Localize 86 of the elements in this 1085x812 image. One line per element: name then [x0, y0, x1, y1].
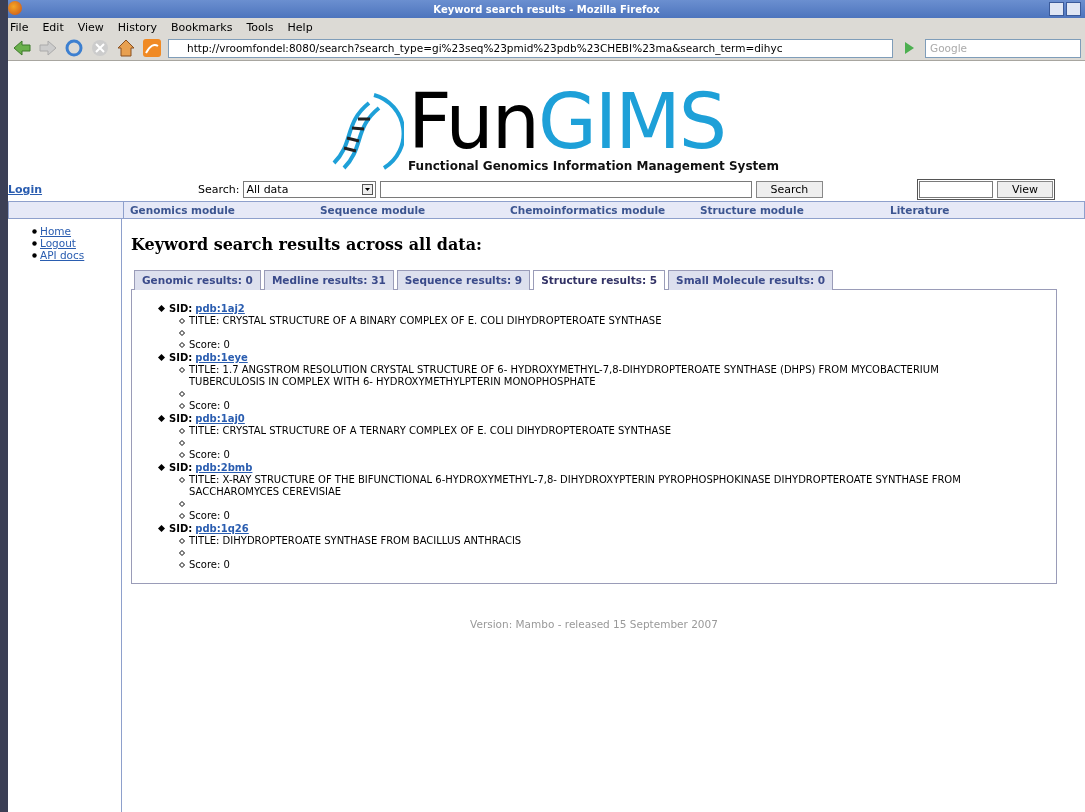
- bullet-icon: [179, 513, 185, 519]
- result-title: TITLE: 1.7 ANGSTROM RESOLUTION CRYSTAL STRUCTURE OF 6- HYDROXYMETHYL-7,8-DIHYDROPTEROATE SYNTHASE (DHPS) FROM MYCOBACTERIUM TUBERCULOSIS IN COMPLEX WITH 6- HYDROXYMETHYLPTERIN MONOPHOSPHATE: [189, 364, 940, 388]
- bullet-icon: [32, 240, 37, 246]
- sidebar-link[interactable]: API docs: [40, 249, 85, 261]
- menu-item[interactable]: View: [77, 20, 104, 34]
- result-score: Score: 0: [189, 510, 230, 522]
- menu-item[interactable]: Bookmarks: [171, 20, 233, 34]
- result-score: Score: 0: [189, 339, 230, 351]
- browser-icon: [8, 1, 22, 15]
- bullet-icon: [158, 305, 165, 312]
- logo-text: FunGIMS: [408, 85, 727, 159]
- result-score: Score: 0: [189, 449, 230, 461]
- bullet-icon: [158, 354, 165, 361]
- search-field[interactable]: [379, 180, 752, 198]
- minimize-button[interactable]: [1049, 2, 1064, 16]
- view-button[interactable]: View: [996, 180, 1053, 198]
- module-link[interactable]: Literature: [890, 204, 1084, 216]
- results-tab[interactable]: Genomic results: 0: [134, 270, 261, 290]
- window-title: Keyword search results - Mozilla Firefox: [433, 3, 660, 15]
- results-tab[interactable]: Sequence results: 9: [396, 270, 531, 290]
- bullet-icon: [32, 228, 37, 234]
- forward-icon[interactable]: [38, 38, 58, 58]
- module-link[interactable]: Sequence module: [320, 204, 510, 216]
- bullet-icon: [32, 252, 37, 258]
- menu-item[interactable]: File: [10, 20, 29, 34]
- reload-icon[interactable]: [64, 38, 84, 58]
- bullet-icon: [158, 464, 165, 471]
- sid-link[interactable]: pdb:1aj2: [195, 302, 245, 315]
- view-field[interactable]: [918, 180, 993, 198]
- sid-label: SID:: [169, 461, 193, 474]
- result-score: Score: 0: [189, 400, 230, 412]
- maximize-button[interactable]: [1066, 2, 1081, 16]
- bullet-icon: [179, 403, 185, 409]
- caret-icon: [361, 183, 373, 195]
- page-heading: Keyword search results across all data:: [131, 235, 483, 254]
- bullet-icon: [179, 342, 185, 348]
- bullet-icon: [179, 440, 185, 446]
- bullet-icon: [179, 477, 185, 483]
- sid-link[interactable]: pdb:1q26: [195, 522, 249, 535]
- version-text: Version: Mambo - released 15 September 2007: [470, 618, 718, 630]
- bullet-icon: [179, 501, 185, 507]
- bullet-icon: [179, 562, 185, 568]
- address-field[interactable]: http://vroomfondel:8080/search?search_type=gi%23seq%23pmid%23pdb%23CHEBI%23ma&search_term=dihyc: [168, 38, 893, 58]
- sidebar-link[interactable]: Logout: [40, 237, 76, 249]
- home-icon[interactable]: [116, 38, 136, 58]
- bullet-icon: [179, 538, 185, 544]
- bookmark-icon[interactable]: [142, 38, 162, 58]
- result-score: Score: 0: [189, 559, 230, 571]
- menu-item[interactable]: Edit: [42, 20, 64, 34]
- module-link[interactable]: Genomics module: [130, 204, 320, 216]
- sid-label: SID:: [169, 351, 193, 364]
- results-tab[interactable]: Medline results: 31: [263, 270, 394, 290]
- module-link[interactable]: Chemoinformatics module: [510, 204, 700, 216]
- sid-label: SID:: [169, 412, 193, 425]
- results-tab[interactable]: Structure results: 5: [533, 270, 666, 290]
- sid-link[interactable]: pdb:1aj0: [195, 412, 245, 425]
- result-title: TITLE: CRYSTAL STRUCTURE OF A TERNARY COMPLEX OF E. COLI DIHYDROPTEROATE SYNTHASE: [189, 425, 672, 437]
- logo-subtitle: Functional Genomics Information Management System: [408, 159, 779, 173]
- sid-link[interactable]: pdb:2bmb: [195, 461, 253, 474]
- module-link[interactable]: Structure module: [700, 204, 890, 216]
- bullet-icon: [179, 391, 185, 397]
- menu-item[interactable]: Help: [287, 20, 313, 34]
- result-title: TITLE: X-RAY STRUCTURE OF THE BIFUNCTIONAL 6-HYDROXYMETHYL-7,8- DIHYDROXYPTERIN PYROPHOSPHOKINASE DIHYDROPTEROATE SYNTHASE FROM SACCHAROMYCES CEREVISIAE: [189, 474, 962, 498]
- scope-dropdown[interactable]: All data: [242, 180, 376, 198]
- bullet-icon: [179, 452, 185, 458]
- menu-item[interactable]: History: [117, 20, 157, 34]
- search-label: Search:: [198, 182, 240, 196]
- menu-item[interactable]: Tools: [246, 20, 274, 34]
- result-title: TITLE: CRYSTAL STRUCTURE OF A BINARY COMPLEX OF E. COLI DIHYDROPTEROATE SYNTHASE: [189, 315, 662, 327]
- sidebar-link[interactable]: Home: [40, 225, 71, 237]
- login-link[interactable]: Login: [8, 182, 198, 196]
- stop-icon[interactable]: [90, 38, 110, 58]
- bullet-icon: [179, 318, 185, 324]
- bullet-icon: [179, 550, 185, 556]
- back-icon[interactable]: [12, 38, 32, 58]
- bullet-icon: [179, 428, 185, 434]
- results-tab[interactable]: Small Molecule results: 0: [668, 270, 834, 290]
- sid-label: SID:: [169, 302, 193, 315]
- sid-label: SID:: [169, 522, 193, 535]
- bullet-icon: [158, 415, 165, 422]
- bullet-icon: [158, 525, 165, 532]
- bullet-icon: [179, 330, 185, 336]
- result-title: TITLE: DIHYDROPTEROATE SYNTHASE FROM BACILLUS ANTHRACIS: [189, 535, 522, 547]
- sid-link[interactable]: pdb:1eye: [195, 351, 248, 364]
- bullet-icon: [179, 367, 185, 373]
- search-button[interactable]: Search: [755, 180, 824, 198]
